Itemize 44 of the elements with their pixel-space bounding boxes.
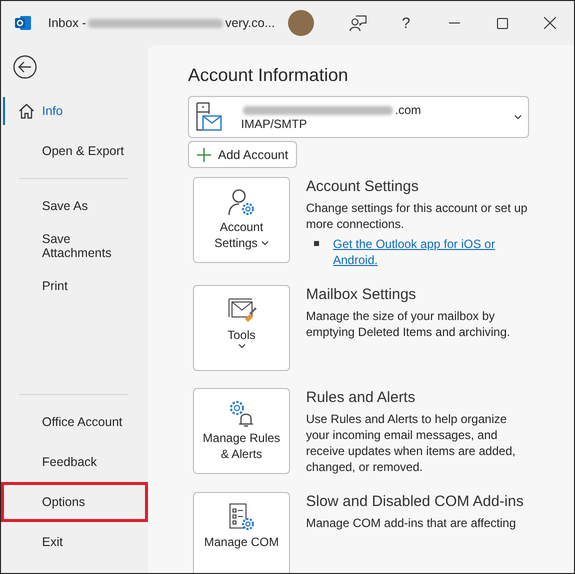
caret-icon [238, 343, 246, 349]
section-description: Manage COM add-ins that are affecting [306, 515, 517, 531]
section-title: Rules and Alerts [306, 388, 416, 408]
section-title: Slow and Disabled COM Add-ins [306, 492, 525, 512]
section-button[interactable]: Manage COM [193, 492, 290, 573]
menu-item[interactable]: Save Attachments [1, 226, 148, 266]
section-button[interactable]: Account Settings [193, 177, 290, 263]
add-account-button[interactable]: Add Account [188, 141, 298, 168]
mailbox-icon [195, 102, 223, 132]
page-heading: Account Information [188, 65, 350, 86]
caret-icon [260, 240, 269, 246]
section-description: Change settings for this account or set up more connections. [306, 200, 528, 232]
plus-icon [197, 148, 211, 162]
section-title: Account Settings [306, 177, 420, 197]
menu-item[interactable]: Exit [1, 522, 148, 562]
outlook-app-link[interactable]: Get the Outlook app for iOS or Android. [333, 236, 508, 268]
help-button[interactable]: ? [382, 1, 430, 45]
account-type: IMAP/SMTP [241, 117, 308, 131]
caret-icon [514, 114, 522, 120]
close-icon [544, 17, 556, 29]
outlook-logo-icon [14, 14, 32, 32]
menu-item[interactable]: Feedback [1, 442, 148, 482]
section-description: Use Rules and Alerts to help organize your incoming email messages, and receive updates when items are added, changed, or removed. [306, 411, 516, 475]
account-email: .com [395, 103, 422, 117]
window-title: very.co... [225, 16, 275, 30]
section-button[interactable]: Manage Rules & Alerts [193, 388, 290, 474]
minimize-icon [448, 22, 460, 24]
maximize-icon [496, 18, 508, 28]
menu-item[interactable]: Open & Export [1, 131, 148, 171]
menu-item[interactable]: Print [1, 266, 148, 306]
person-feedback-icon [349, 14, 367, 32]
menu-item[interactable]: Save As [1, 186, 148, 226]
back-button[interactable] [13, 55, 37, 79]
home-icon [18, 103, 35, 119]
menu-item[interactable]: Office Account [1, 402, 148, 442]
section-description: Manage the size of your mailbox by emptying Deleted Items and archiving. [306, 308, 512, 340]
menu-item[interactable]: Info [1, 91, 148, 131]
menu-item[interactable]: Options [1, 482, 148, 522]
bullet-icon [314, 241, 319, 246]
section-button[interactable]: Tools [193, 285, 290, 371]
window-title: Inbox - [48, 16, 86, 30]
account-dropdown[interactable]: .com IMAP/SMTP [188, 96, 529, 138]
avatar[interactable] [288, 10, 314, 36]
section-title: Mailbox Settings [306, 285, 418, 305]
